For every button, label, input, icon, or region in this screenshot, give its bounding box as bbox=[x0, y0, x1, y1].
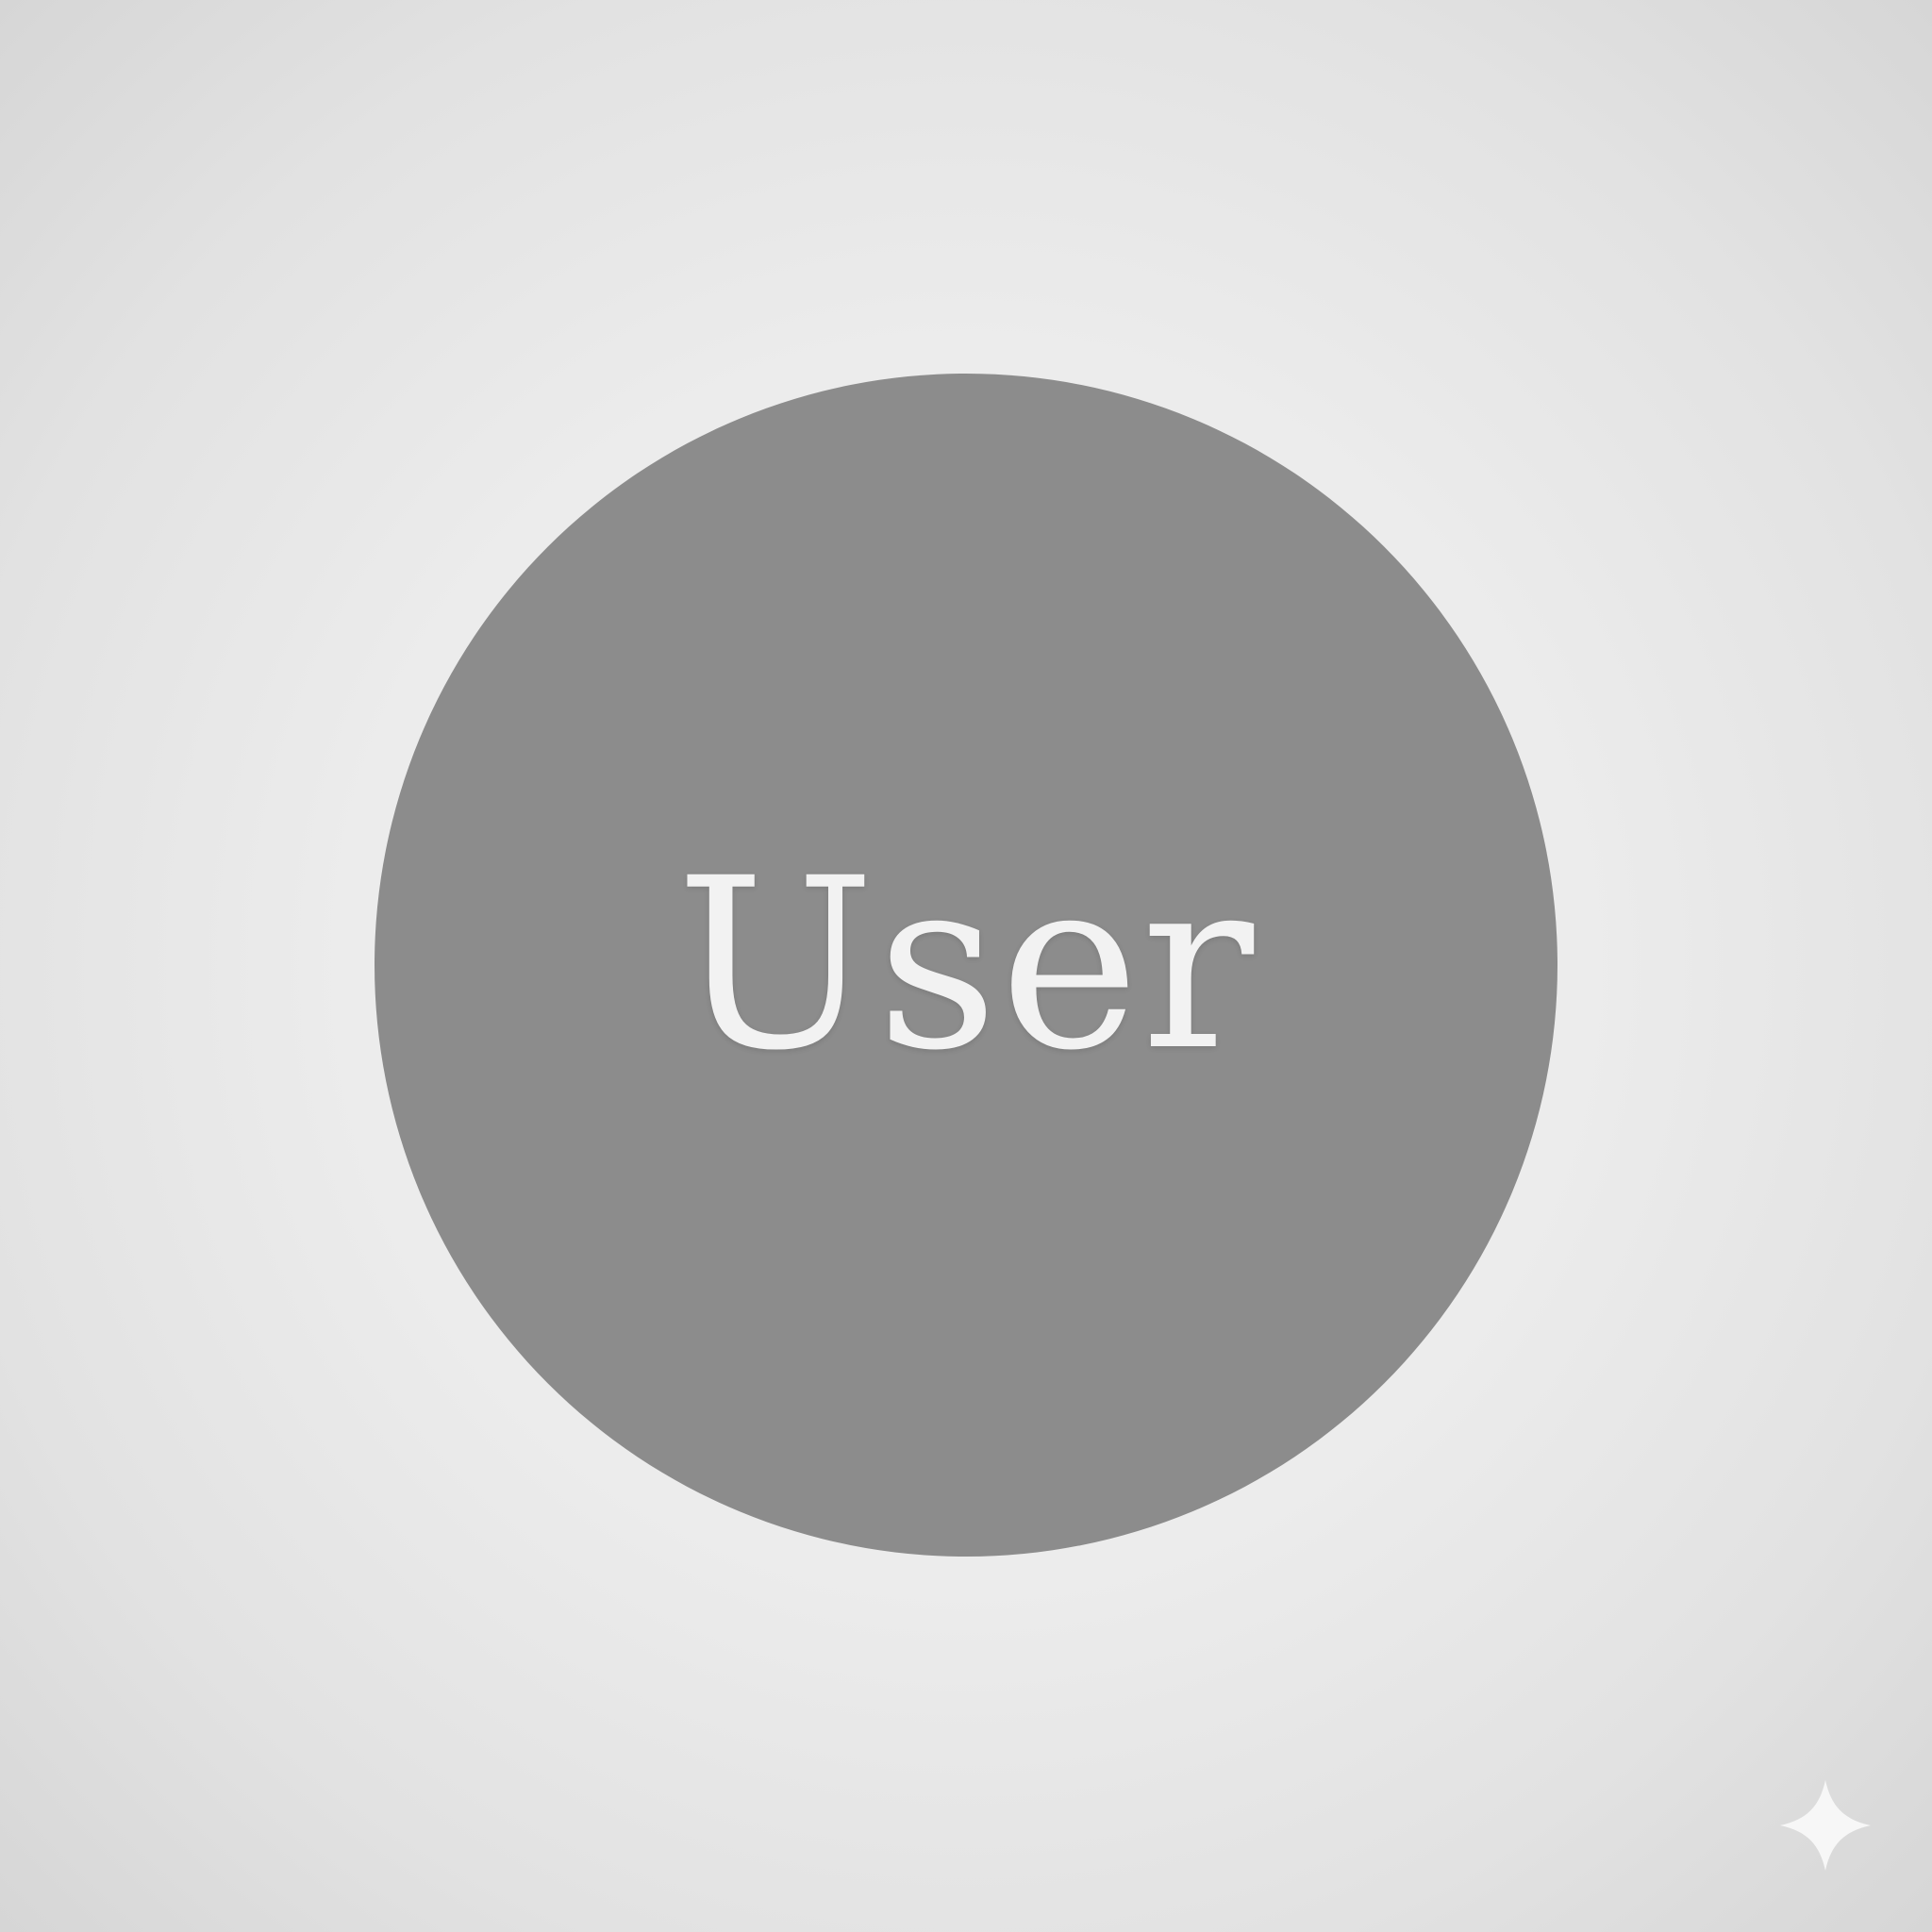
sparkle-icon bbox=[1780, 1780, 1871, 1871]
avatar[interactable]: User bbox=[375, 374, 1557, 1557]
avatar-label: User bbox=[675, 827, 1257, 1102]
